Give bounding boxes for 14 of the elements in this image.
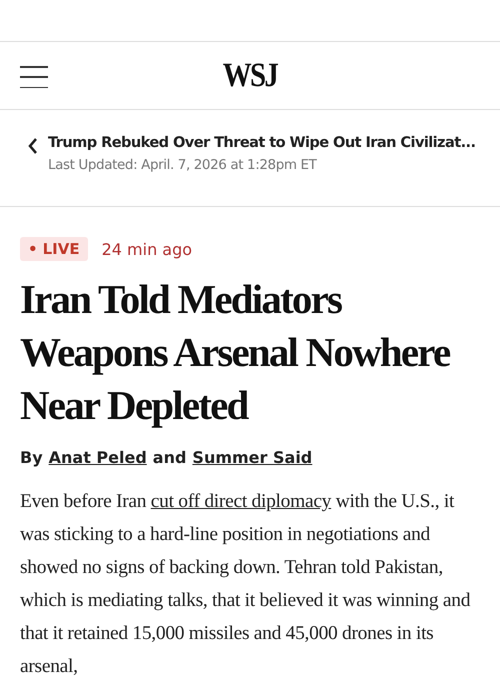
wsj-logo[interactable]: WSJ xyxy=(222,56,278,94)
headline: Iran Told Mediators Weapons Arsenal Nowhere Near Depleted xyxy=(20,275,451,430)
back-icon[interactable] xyxy=(28,138,38,154)
author-link[interactable]: Anat Peled xyxy=(48,448,147,467)
byline-prefix: By xyxy=(20,448,43,467)
back-link[interactable]: Trump Rebuked Over Threat to Wipe Out Iran Civilizat... xyxy=(48,134,476,151)
live-badge: • LIVE xyxy=(20,237,88,261)
last-updated: Last Updated: April. 7, 2026 at 1:28pm ET xyxy=(48,157,318,173)
article-link[interactable]: cut off direct diplomacy xyxy=(150,491,332,512)
byline-joiner: and xyxy=(152,448,186,467)
menu-button[interactable] xyxy=(20,66,48,88)
article-paragraph: Even before Iran cut off direct diplomacy with the U.S., it was sticking to a hard-line position in negotiations and showed no signs of backing down. Tehran told Pakistan, which is mediating talks, that it believed it was winning and that it retained 15,000 missiles and 45,000 drones in its arsenal, xyxy=(20,490,472,679)
timestamp: 24 min ago xyxy=(102,240,192,258)
author-link[interactable]: Summer Said xyxy=(192,448,312,467)
